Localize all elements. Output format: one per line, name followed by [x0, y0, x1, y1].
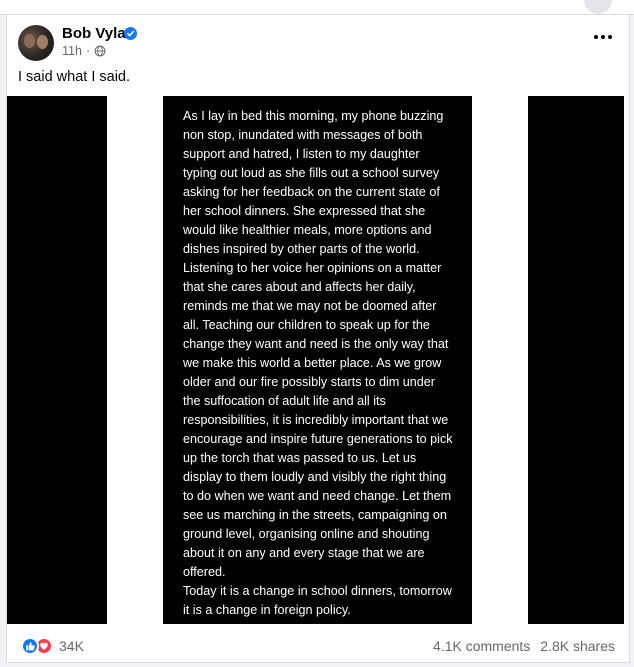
- image-statement: As I lay in bed this morning, my phone b…: [183, 107, 463, 620]
- like-icon: [21, 637, 39, 655]
- shares-link[interactable]: 2.8K shares: [540, 638, 615, 654]
- image-white-band-left: [107, 96, 163, 624]
- post-card: Bob Vylan 11h · I said what I said. As I…: [6, 15, 630, 663]
- engagement-stats: 4.1K comments 2.8K shares: [433, 638, 615, 654]
- image-white-band-right: [472, 96, 528, 624]
- globe-icon[interactable]: [94, 45, 106, 57]
- post-meta: 11h ·: [62, 44, 106, 58]
- meta-separator: ·: [85, 44, 91, 58]
- more-dot: [601, 35, 605, 39]
- statement-text: As I lay in bed this morning, my phone b…: [183, 109, 453, 617]
- verified-badge-icon: [124, 27, 137, 40]
- avatar-face-left: [24, 34, 35, 48]
- post-image[interactable]: As I lay in bed this morning, my phone b…: [7, 96, 624, 624]
- author-avatar[interactable]: [18, 25, 54, 61]
- post-caption: I said what I said.: [18, 69, 131, 85]
- more-dot: [594, 35, 598, 39]
- comments-link[interactable]: 4.1K comments: [433, 638, 530, 654]
- post-footer: 34K 4.1K comments 2.8K shares: [7, 624, 629, 662]
- page-bottom-divider: [0, 663, 634, 667]
- top-action-button[interactable]: [584, 0, 612, 14]
- post-time[interactable]: 11h: [62, 44, 82, 58]
- more-dot: [608, 35, 612, 39]
- reactions-summary[interactable]: 34K: [21, 637, 84, 655]
- avatar-face-right: [37, 35, 48, 49]
- page-top-bar: [0, 0, 634, 15]
- reaction-count: 34K: [59, 638, 84, 654]
- more-options-icon[interactable]: [591, 30, 615, 44]
